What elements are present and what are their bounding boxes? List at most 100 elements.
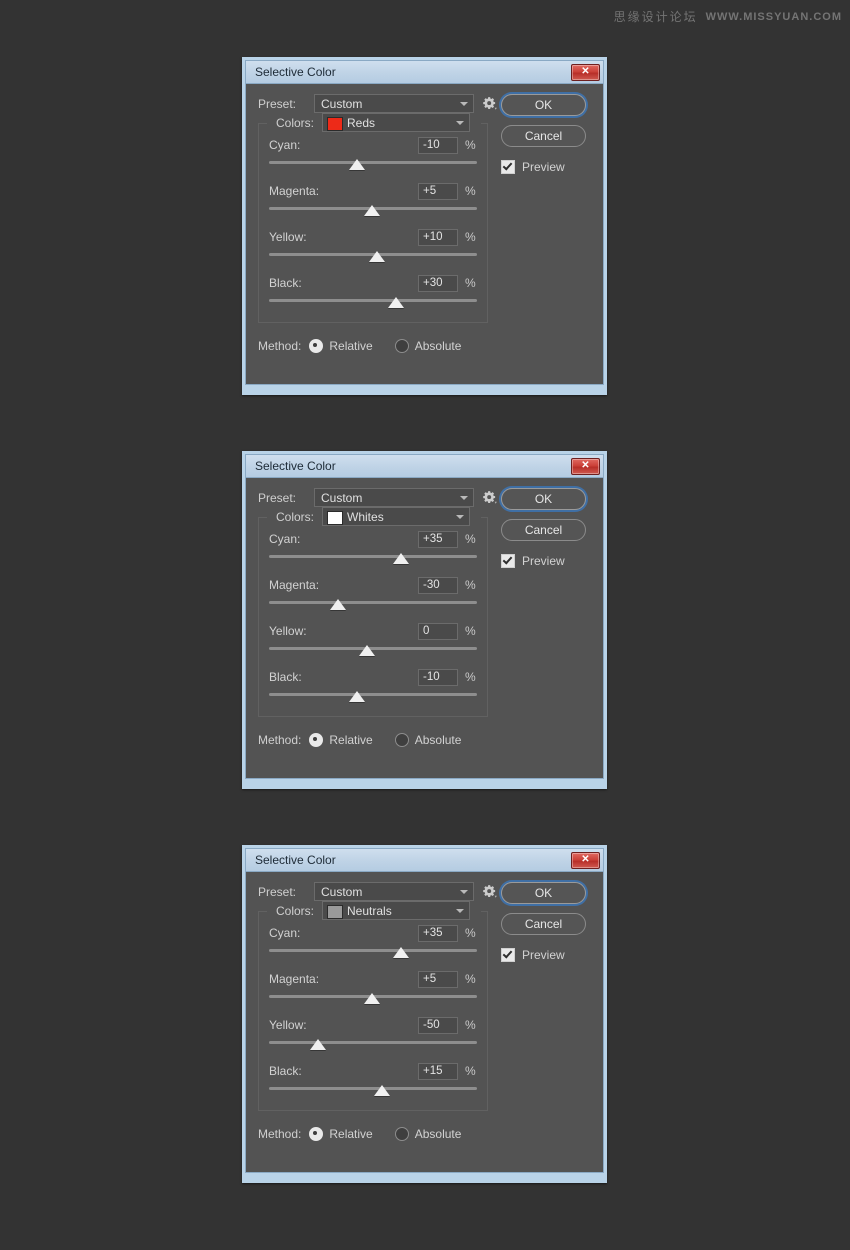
radio-absolute[interactable]: Absolute <box>394 733 462 747</box>
slider-black: Black: +15 % <box>269 1061 477 1098</box>
preview-checkbox[interactable] <box>501 948 515 962</box>
preset-value: Custom <box>321 490 363 505</box>
slider-thumb[interactable] <box>349 159 366 170</box>
slider-thumb[interactable] <box>363 205 380 216</box>
preview-row[interactable]: Preview <box>501 948 591 962</box>
cancel-button[interactable]: Cancel <box>501 125 586 147</box>
preview-row[interactable]: Preview <box>501 554 591 568</box>
slider-value-input[interactable]: -10 <box>418 668 458 686</box>
slider-value-input[interactable]: -50 <box>418 1016 458 1034</box>
preview-checkbox[interactable] <box>501 554 515 568</box>
percent-sign: % <box>465 624 476 638</box>
slider-track-area[interactable] <box>269 552 477 566</box>
ok-button[interactable]: OK <box>501 488 586 510</box>
radio-absolute-input[interactable] <box>394 339 409 353</box>
slider-thumb[interactable] <box>329 599 346 610</box>
cancel-button[interactable]: Cancel <box>501 913 586 935</box>
colors-select[interactable]: Whites <box>322 507 471 526</box>
slider-thumb[interactable] <box>388 297 405 308</box>
radio-absolute-input[interactable] <box>394 733 409 747</box>
preview-label[interactable]: Preview <box>522 948 565 962</box>
slider-thumb[interactable] <box>349 691 366 702</box>
slider-thumb[interactable] <box>393 947 410 958</box>
colors-row: Colors: Reds <box>272 113 475 132</box>
slider-track[interactable] <box>269 949 477 952</box>
radio-absolute-label[interactable]: Absolute <box>415 339 462 353</box>
slider-track-area[interactable] <box>269 690 477 704</box>
slider-value-input[interactable]: +5 <box>418 182 458 200</box>
radio-relative-input[interactable] <box>309 733 324 747</box>
percent-sign: % <box>465 230 476 244</box>
slider-track[interactable] <box>269 1041 477 1044</box>
slider-thumb[interactable] <box>310 1039 326 1050</box>
radio-relative[interactable]: Relative <box>309 733 373 747</box>
preset-select[interactable]: Custom <box>314 94 474 113</box>
slider-thumb[interactable] <box>373 1085 390 1096</box>
slider-track-area[interactable] <box>269 1084 477 1098</box>
preview-label[interactable]: Preview <box>522 554 565 568</box>
slider-track-area[interactable] <box>269 250 477 264</box>
slider-value-input[interactable]: +30 <box>418 274 458 292</box>
slider-track[interactable] <box>269 299 477 302</box>
slider-track[interactable] <box>269 693 477 696</box>
preview-checkbox[interactable] <box>501 160 515 174</box>
radio-relative-input[interactable] <box>309 1127 324 1141</box>
slider-thumb[interactable] <box>359 645 375 656</box>
slider-value-input[interactable]: +5 <box>418 970 458 988</box>
slider-value-input[interactable]: -10 <box>418 136 458 154</box>
slider-thumb[interactable] <box>368 251 385 262</box>
radio-relative-label[interactable]: Relative <box>329 1127 372 1141</box>
ok-button[interactable]: OK <box>501 882 586 904</box>
preset-select[interactable]: Custom <box>314 488 474 507</box>
slider-track[interactable] <box>269 601 477 604</box>
gear-icon[interactable] <box>482 490 497 505</box>
close-button[interactable]: ✕ <box>571 457 600 475</box>
slider-track-area[interactable] <box>269 598 477 612</box>
slider-label: Magenta: <box>269 972 320 986</box>
slider-track-area[interactable] <box>269 946 477 960</box>
radio-absolute[interactable]: Absolute <box>394 1127 462 1141</box>
slider-value-input[interactable]: -30 <box>418 576 458 594</box>
method-row: Method: Relative Absolute <box>258 339 591 353</box>
close-button[interactable]: ✕ <box>571 63 600 81</box>
slider-track-area[interactable] <box>269 992 477 1006</box>
slider-track-area[interactable] <box>269 1038 477 1052</box>
slider-track[interactable] <box>269 161 477 164</box>
slider-magenta: Magenta: -30 % <box>269 575 477 612</box>
slider-track-area[interactable] <box>269 158 477 172</box>
radio-relative-label[interactable]: Relative <box>329 733 372 747</box>
slider-track-area[interactable] <box>269 644 477 658</box>
percent-sign: % <box>465 1064 476 1078</box>
slider-track-area[interactable] <box>269 296 477 310</box>
radio-relative[interactable]: Relative <box>309 339 373 353</box>
radio-relative[interactable]: Relative <box>309 1127 373 1141</box>
close-button[interactable]: ✕ <box>571 851 600 869</box>
colors-select[interactable]: Neutrals <box>322 901 471 920</box>
percent-sign: % <box>465 670 476 684</box>
ok-button[interactable]: OK <box>501 94 586 116</box>
slider-track[interactable] <box>269 555 477 558</box>
radio-absolute[interactable]: Absolute <box>394 339 462 353</box>
preview-label[interactable]: Preview <box>522 160 565 174</box>
radio-relative-input[interactable] <box>309 339 324 353</box>
slider-value-input[interactable]: +10 <box>418 228 458 246</box>
slider-value-input[interactable]: +35 <box>418 530 458 548</box>
slider-thumb[interactable] <box>363 993 380 1004</box>
radio-absolute-label[interactable]: Absolute <box>415 733 462 747</box>
gear-icon[interactable] <box>482 96 497 111</box>
radio-absolute-label[interactable]: Absolute <box>415 1127 462 1141</box>
slider-value-input[interactable]: 0 <box>418 622 458 640</box>
radio-absolute-input[interactable] <box>394 1127 409 1141</box>
preset-value: Custom <box>321 96 363 111</box>
slider-value-input[interactable]: +15 <box>418 1062 458 1080</box>
preset-select[interactable]: Custom <box>314 882 474 901</box>
gear-icon[interactable] <box>482 884 497 899</box>
colors-select[interactable]: Reds <box>322 113 471 132</box>
preview-row[interactable]: Preview <box>501 160 591 174</box>
radio-relative-label[interactable]: Relative <box>329 339 372 353</box>
slider-value-input[interactable]: +35 <box>418 924 458 942</box>
watermark-cn-text: 思缘设计论坛 <box>613 10 698 24</box>
slider-track-area[interactable] <box>269 204 477 218</box>
slider-thumb[interactable] <box>393 553 410 564</box>
cancel-button[interactable]: Cancel <box>501 519 586 541</box>
